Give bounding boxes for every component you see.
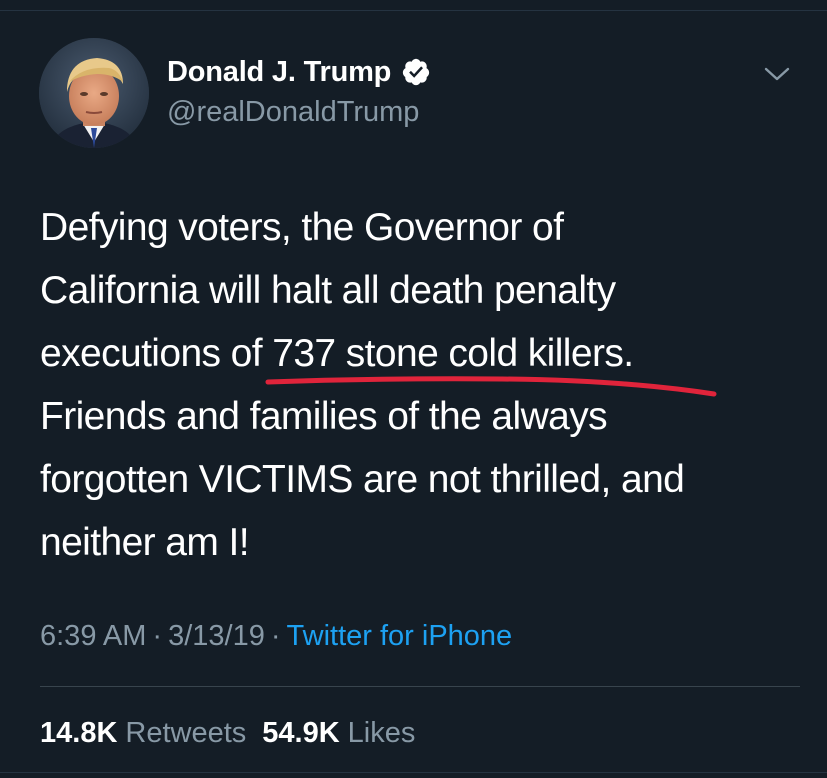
- chevron-down-icon[interactable]: [764, 64, 790, 84]
- tweet-stats: 14.8K Retweets 54.9K Likes: [40, 713, 431, 753]
- meta-separator: ·: [270, 620, 281, 652]
- tweet-text-line: forgotten VICTIMS are not thrilled, and: [40, 458, 685, 501]
- tweet-source-link[interactable]: Twitter for iPhone: [287, 620, 513, 652]
- top-divider: [0, 10, 827, 11]
- tweet-meta: 6:39 AM · 3/13/19 · Twitter for iPhone: [40, 616, 512, 656]
- tweet-text-line: California will halt all death penalty: [40, 269, 616, 312]
- stats-divider: [40, 686, 800, 687]
- red-underline-annotation: [265, 376, 717, 397]
- tweet-time[interactable]: 6:39 AM: [40, 620, 146, 652]
- likes-stat[interactable]: 54.9K Likes: [262, 717, 431, 749]
- display-name[interactable]: Donald J. Trump: [167, 54, 391, 90]
- retweets-count: 14.8K: [40, 717, 118, 749]
- user-block: Donald J. Trump @realDonaldTrump: [167, 52, 431, 130]
- tweet-text-line: neither am I!: [40, 521, 250, 564]
- retweets-label: Retweets: [125, 717, 247, 749]
- likes-label: Likes: [347, 717, 416, 749]
- bottom-divider: [0, 772, 827, 773]
- tweet-date[interactable]: 3/13/19: [168, 620, 265, 652]
- likes-count: 54.9K: [262, 717, 340, 749]
- tweet-text-line: Defying voters, the Governor of: [40, 206, 564, 249]
- tweet-card: Donald J. Trump @realDonaldTrump Defying…: [0, 0, 827, 778]
- name-row: Donald J. Trump: [167, 52, 431, 92]
- user-handle[interactable]: @realDonaldTrump: [167, 94, 431, 130]
- avatar[interactable]: [39, 38, 149, 148]
- retweets-stat[interactable]: 14.8K Retweets: [40, 717, 262, 749]
- meta-separator: ·: [152, 620, 163, 652]
- verified-badge-icon: [403, 58, 430, 86]
